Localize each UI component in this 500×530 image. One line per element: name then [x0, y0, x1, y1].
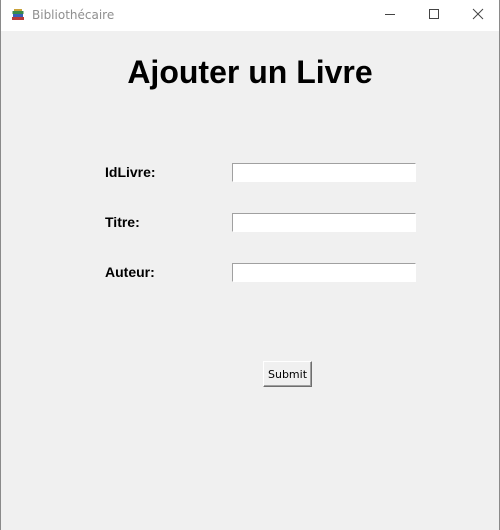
titre-input[interactable] — [232, 213, 416, 232]
page-title: Ajouter un Livre — [127, 54, 373, 90]
close-button[interactable] — [455, 0, 500, 31]
idlivre-input[interactable] — [232, 163, 416, 182]
auteur-label: Auteur: — [105, 264, 155, 280]
close-icon — [472, 7, 484, 25]
minimize-icon — [384, 7, 396, 25]
maximize-icon — [428, 7, 440, 25]
window-title: Bibliothécaire — [32, 8, 115, 22]
form-panel: Ajouter un Livre IdLivre: Titre: Auteur:… — [1, 31, 499, 530]
books-icon — [11, 8, 25, 22]
titre-label: Titre: — [105, 214, 140, 230]
maximize-button[interactable] — [411, 0, 457, 31]
title-bar[interactable]: Bibliothécaire — [1, 0, 499, 31]
submit-button[interactable]: Submit — [263, 361, 312, 387]
idlivre-label: IdLivre: — [105, 164, 156, 180]
minimize-button[interactable] — [367, 0, 413, 31]
app-window: Bibliothécaire Ajouter un Livre IdLivre:… — [0, 0, 500, 530]
auteur-input[interactable] — [232, 263, 416, 282]
